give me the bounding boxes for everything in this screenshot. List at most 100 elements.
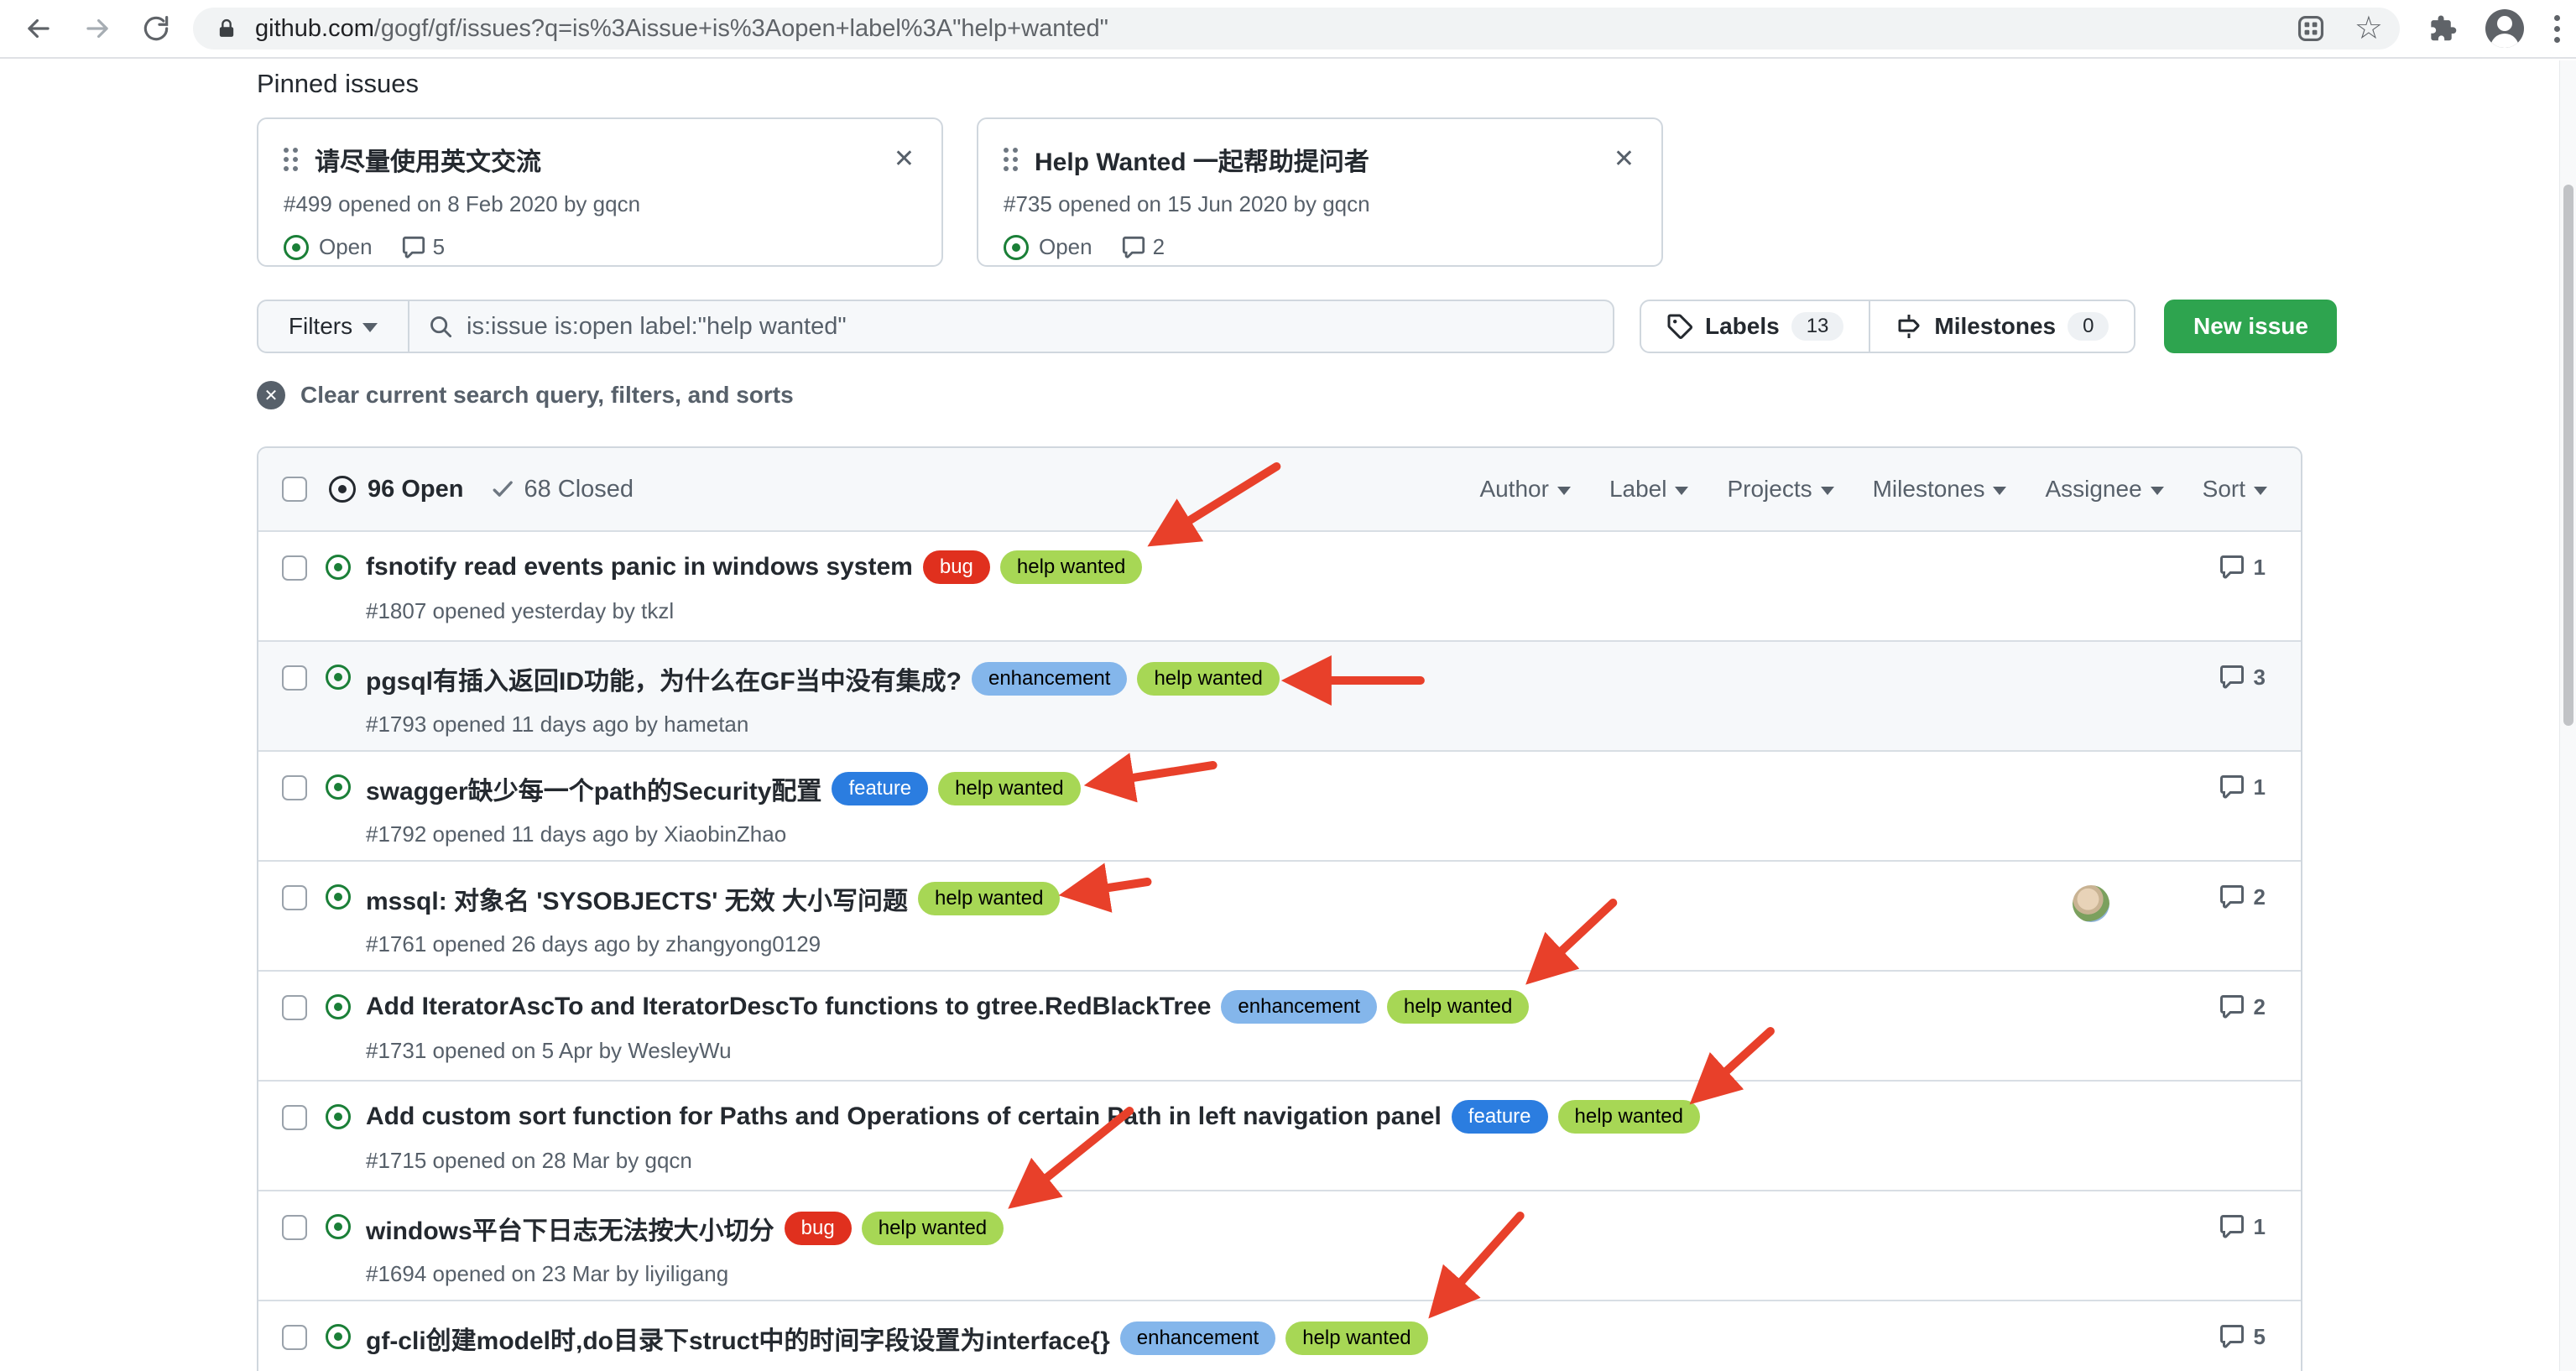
pinned-issue-title[interactable]: 请尽量使用英文交流 [315,141,892,178]
comment-count: 2 [1153,234,1165,260]
issue-comments-count[interactable]: 1 [2219,774,2266,800]
issue-label-help-wanted[interactable]: help wanted [1000,550,1142,584]
issue-label-help-wanted[interactable]: help wanted [938,772,1080,805]
pinned-issues-row: 请尽量使用英文交流 ✕ #499 opened on 8 Feb 2020 by… [257,117,2302,267]
projects-filter-dropdown[interactable]: Projects [1727,476,1833,503]
issue-title-link[interactable]: swagger缺少每一个path的Security配置 [366,770,821,807]
drag-grip-icon[interactable] [1004,148,1018,171]
closed-issues-tab[interactable]: 68 Closed [524,476,634,503]
refresh-icon[interactable] [138,10,175,47]
comment-icon [2219,993,2245,1020]
issue-comments-count[interactable]: 5 [2219,1323,2266,1350]
issue-label-enhancement[interactable]: enhancement [1221,990,1376,1024]
comment-icon [2219,884,2245,910]
issue-label-help-wanted[interactable]: help wanted [1285,1321,1427,1355]
unpin-close-icon[interactable]: ✕ [892,147,916,172]
issue-comments-count[interactable]: 3 [2219,664,2266,691]
pinned-issue-title[interactable]: Help Wanted 一起帮助提问者 [1035,141,1612,178]
new-issue-button[interactable]: New issue [2164,300,2337,353]
chevron-down-icon [1557,487,1571,495]
clear-search-link[interactable]: ✕ Clear current search query, filters, a… [257,381,2302,409]
issue-label-help-wanted[interactable]: help wanted [918,882,1060,915]
select-all-checkbox[interactable] [282,477,307,502]
labels-button[interactable]: Labels 13 [1641,301,1869,352]
issue-title-link[interactable]: windows平台下日志无法按大小切分 [366,1210,774,1247]
issues-list: 96 Open 68 Closed Author Label Projects … [257,446,2302,1371]
issue-meta: #1715 opened on 28 Mar by gqcn [366,1148,2301,1174]
assignee-avatar[interactable] [2073,885,2109,922]
milestones-button[interactable]: Milestones 0 [1869,301,2134,352]
issue-title-link[interactable]: Add custom sort function for Paths and O… [366,1103,1442,1131]
page-scrollbar[interactable] [2559,60,2576,1371]
row-checkbox[interactable] [282,1105,307,1130]
issue-title-link[interactable]: mssql: 对象名 'SYSOBJECTS' 无效 大小写问题 [366,880,908,917]
issue-title-link[interactable]: pgsql有插入返回ID功能，为什么在GF当中没有集成? [366,660,962,697]
issue-comments-count[interactable]: 1 [2219,1213,2266,1240]
unpin-close-icon[interactable]: ✕ [1612,147,1636,172]
row-checkbox[interactable] [282,555,307,581]
row-checkbox[interactable] [282,1325,307,1350]
issue-label-help-wanted[interactable]: help wanted [1137,662,1279,696]
scrollbar-thumb[interactable] [2563,185,2573,726]
issue-row: windows平台下日志无法按大小切分 bughelp wanted #1694… [258,1190,2301,1300]
back-icon[interactable] [20,10,57,47]
forward-icon[interactable] [79,10,116,47]
row-checkbox[interactable] [282,995,307,1020]
open-issues-tab[interactable]: 96 Open [368,476,463,503]
issue-label-feature[interactable]: feature [1452,1100,1548,1134]
issue-title-link[interactable]: Add IteratorAscTo and IteratorDescTo fun… [366,993,1211,1021]
row-checkbox[interactable] [282,775,307,800]
drag-grip-icon[interactable] [284,148,298,171]
open-issue-icon [326,994,351,1019]
issue-comments-count[interactable]: 2 [2219,884,2266,910]
browser-profile-avatar[interactable] [2485,9,2524,48]
closed-check-icon [490,477,515,502]
open-issue-icon [326,1104,351,1129]
filters-dropdown-button[interactable]: Filters [257,300,409,353]
milestone-icon [1895,313,1922,340]
milestones-filter-dropdown[interactable]: Milestones [1873,476,2007,503]
browser-menu-icon[interactable] [2549,15,2565,43]
issue-label-help-wanted[interactable]: help wanted [1387,990,1529,1024]
issue-meta: #1793 opened 11 days ago by hametan [366,712,2301,738]
tab-groups-icon[interactable] [2292,10,2329,47]
chevron-down-icon [2151,487,2164,495]
open-issue-icon [326,774,351,800]
extensions-puzzle-icon[interactable] [2423,10,2460,47]
issue-meta: #1731 opened on 5 Apr by WesleyWu [366,1038,2301,1064]
open-issue-icon [284,235,309,260]
label-filter-dropdown[interactable]: Label [1609,476,1689,503]
issues-search-box[interactable] [409,300,1614,353]
pinned-card[interactable]: 请尽量使用英文交流 ✕ #499 opened on 8 Feb 2020 by… [257,117,943,267]
row-checkbox[interactable] [282,1215,307,1240]
issue-comments-count[interactable]: 2 [2219,993,2266,1020]
issue-comments-count[interactable]: 1 [2219,554,2266,581]
issue-label-enhancement[interactable]: enhancement [972,662,1127,696]
row-checkbox[interactable] [282,665,307,691]
open-issue-icon [326,555,351,580]
issue-label-help-wanted[interactable]: help wanted [862,1212,1004,1245]
bookmark-star-icon[interactable]: ☆ [2354,13,2383,44]
issue-meta: #1792 opened 11 days ago by XiaobinZhao [366,821,2301,847]
search-input[interactable] [467,313,1594,341]
issue-label-feature[interactable]: feature [832,772,928,805]
issue-label-bug[interactable]: bug [785,1212,852,1245]
comment-icon [2219,774,2245,800]
issue-label-bug[interactable]: bug [923,550,990,584]
issues-rows: fsnotify read events panic in windows sy… [258,530,2301,1371]
issue-row: mssql: 对象名 'SYSOBJECTS' 无效 大小写问题 help wa… [258,860,2301,970]
sort-dropdown[interactable]: Sort [2203,476,2267,503]
author-filter-dropdown[interactable]: Author [1479,476,1571,503]
open-issue-icon [1004,235,1029,260]
row-checkbox[interactable] [282,885,307,910]
pinned-card[interactable]: Help Wanted 一起帮助提问者 ✕ #735 opened on 15 … [977,117,1663,267]
chevron-down-icon [1993,487,2006,495]
issue-title-link[interactable]: gf-cli创建model时,do目录下struct中的时间字段设置为inter… [366,1320,1110,1357]
issue-label-help-wanted[interactable]: help wanted [1558,1100,1700,1134]
url-bar[interactable]: github.com/gogf/gf/issues?q=is%3Aissue+i… [193,8,2400,50]
assignee-filter-dropdown[interactable]: Assignee [2045,476,2163,503]
chevron-down-icon [362,323,378,332]
issue-label-enhancement[interactable]: enhancement [1120,1321,1275,1355]
issue-title-link[interactable]: fsnotify read events panic in windows sy… [366,553,913,581]
issue-row: fsnotify read events panic in windows sy… [258,530,2301,640]
